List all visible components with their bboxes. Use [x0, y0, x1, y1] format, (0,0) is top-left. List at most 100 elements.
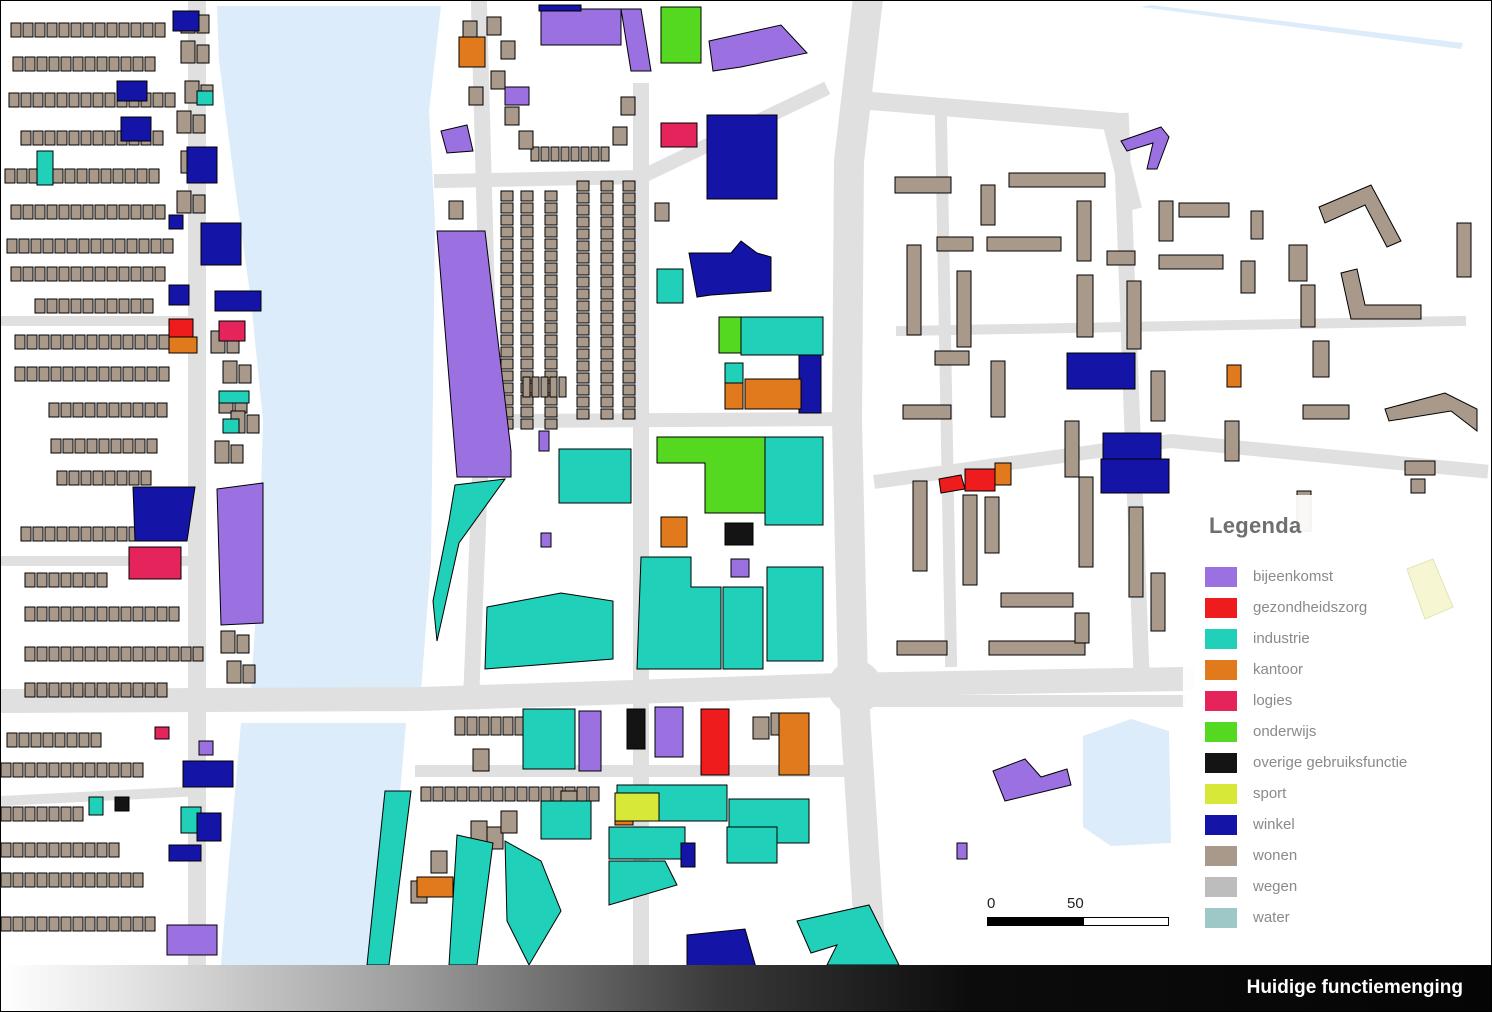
building-wonen: [132, 56, 144, 72]
building-wonen: [654, 202, 670, 222]
building-wonen: [60, 646, 72, 662]
building-wonen: [600, 180, 614, 192]
building-wonen: [118, 266, 130, 282]
building-wonen: [60, 682, 72, 698]
building-industrie: [722, 586, 764, 670]
building-wonen: [36, 872, 48, 888]
building-wonen: [76, 168, 88, 184]
building-wonen: [468, 786, 480, 802]
building-wonen: [622, 216, 636, 228]
building-wonen: [72, 572, 84, 588]
building-wonen: [490, 716, 502, 736]
building-wonen: [84, 606, 96, 622]
building-wonen: [134, 334, 146, 350]
building-wonen: [622, 180, 636, 192]
building-wonen: [622, 276, 636, 288]
building-wonen: [96, 646, 108, 662]
building-wonen: [600, 228, 614, 240]
building-industrie: [504, 840, 562, 967]
building-wonen: [24, 56, 36, 72]
legend-swatch: [1205, 629, 1237, 649]
building-wonen: [12, 916, 24, 932]
building-wonen: [16, 168, 28, 184]
building-wonen: [576, 276, 590, 288]
building-wonen: [1076, 200, 1092, 262]
building-wonen: [1064, 420, 1080, 478]
building-kantoor: [778, 712, 810, 776]
building-wonen: [222, 360, 238, 384]
building-wonen: [1150, 572, 1166, 632]
building-wonen: [156, 402, 168, 418]
building-wonen: [94, 266, 106, 282]
legend-swatch: [1205, 877, 1237, 897]
building-wonen: [600, 300, 614, 312]
building-wonen: [24, 872, 36, 888]
building-bijeenkomst: [708, 24, 808, 72]
building-wonen: [96, 842, 108, 858]
building-wonen: [36, 916, 48, 932]
building-wonen: [124, 168, 136, 184]
building-wonen: [576, 348, 590, 360]
building-wonen: [576, 180, 590, 192]
building-bijeenkomst: [436, 230, 512, 478]
building-wonen: [12, 806, 24, 822]
building-wonen: [26, 334, 38, 350]
building-wonen: [600, 384, 614, 396]
building-wonen: [114, 238, 126, 254]
building-wonen: [478, 716, 490, 736]
building-wonen: [48, 572, 60, 588]
building-bijeenkomst: [166, 924, 218, 956]
building-wonen: [78, 238, 90, 254]
building-wonen: [540, 376, 549, 398]
building-wonen: [122, 438, 134, 454]
building-wonen: [54, 732, 66, 748]
building-wonen: [60, 402, 72, 418]
building-wonen: [70, 204, 82, 220]
building-industrie: [36, 150, 54, 186]
building-wonen: [48, 762, 60, 778]
building-wonen: [120, 402, 132, 418]
building-wonen: [86, 334, 98, 350]
building-wonen: [230, 444, 244, 464]
legend-label: wonen: [1253, 847, 1298, 864]
building-wonen: [34, 266, 46, 282]
building-wonen: [148, 168, 160, 184]
building-wonen: [544, 334, 558, 346]
building-winkel: [168, 214, 184, 230]
building-winkel: [1066, 352, 1136, 390]
building-wonen: [156, 682, 168, 698]
building-wonen: [600, 312, 614, 324]
building-wonen: [520, 310, 534, 322]
legend-swatch: [1205, 846, 1237, 866]
building-winkel: [182, 760, 234, 788]
building-wonen: [120, 916, 132, 932]
building-wonen: [36, 682, 48, 698]
building-wonen: [132, 606, 144, 622]
building-wonen: [544, 322, 558, 334]
building-wonen: [468, 86, 484, 106]
building-wonen: [56, 526, 68, 542]
building-wonen: [8, 92, 20, 108]
building-wonen: [1128, 506, 1144, 598]
legend-swatch: [1205, 784, 1237, 804]
building-industrie: [484, 592, 614, 670]
building-wonen: [4, 168, 16, 184]
building-wonen: [1158, 200, 1174, 242]
building-wonen: [242, 664, 256, 684]
building-wonen: [1178, 202, 1230, 218]
building-wonen: [576, 252, 590, 264]
building-wonen: [600, 276, 614, 288]
building-wonen: [108, 56, 120, 72]
building-wonen: [108, 402, 120, 418]
building-wonen: [500, 334, 514, 346]
building-wonen: [46, 298, 58, 314]
legend-label: overige gebruiksfunctie: [1253, 754, 1408, 771]
building-wonen: [84, 572, 96, 588]
building-wonen: [544, 346, 558, 358]
building-wonen: [520, 298, 534, 310]
building-wonen: [58, 266, 70, 282]
building-wonen: [480, 786, 492, 802]
building-sport: [614, 792, 660, 822]
building-wonen: [549, 376, 558, 398]
legend-swatch: [1205, 908, 1237, 928]
